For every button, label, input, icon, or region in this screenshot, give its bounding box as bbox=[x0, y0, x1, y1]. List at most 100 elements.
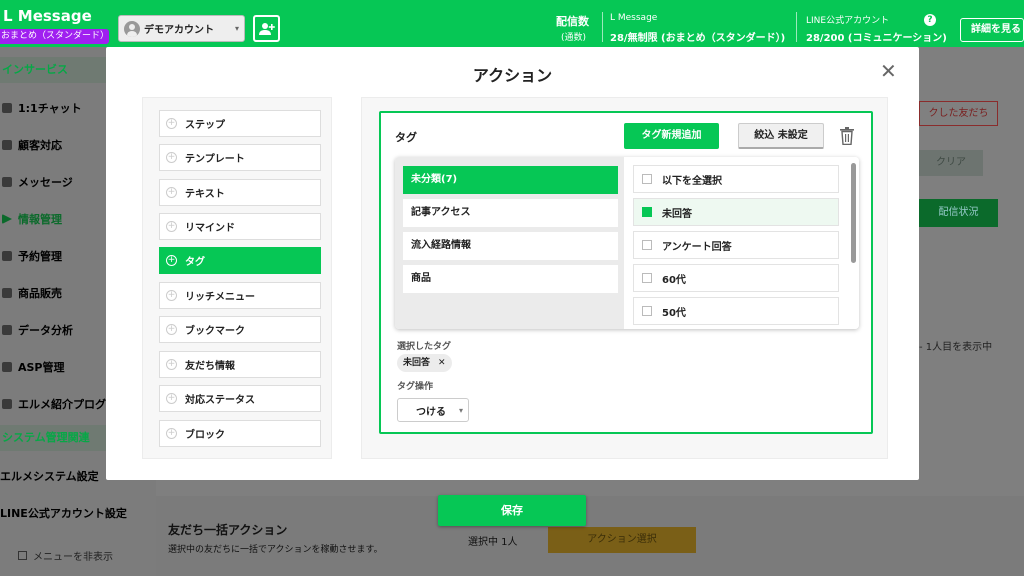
customer-icon bbox=[2, 140, 12, 150]
message-icon bbox=[2, 177, 12, 187]
close-icon[interactable]: ✕ bbox=[880, 59, 897, 83]
save-button[interactable]: 保存 bbox=[438, 495, 586, 526]
plus-icon: + bbox=[166, 118, 177, 129]
tag-category[interactable]: 未分類(7) bbox=[403, 166, 618, 194]
tag-category[interactable]: 商品 bbox=[403, 265, 618, 293]
sidebar-item-label: 商品販売 bbox=[18, 287, 62, 300]
checkbox[interactable] bbox=[642, 207, 652, 217]
chevron-down-icon: ▾ bbox=[458, 405, 463, 415]
sidebar-item-label: 顧客対応 bbox=[18, 139, 62, 152]
add-user-icon[interactable] bbox=[253, 15, 280, 42]
sidebar-item-label: 予約管理 bbox=[18, 250, 62, 263]
action-status[interactable]: + 対応ステータス bbox=[159, 385, 321, 412]
action-template[interactable]: + テンプレート bbox=[159, 144, 321, 171]
action-text[interactable]: + テキスト bbox=[159, 179, 321, 206]
plus-icon: + bbox=[166, 221, 177, 232]
tag-operation-select[interactable]: つける ▾ bbox=[397, 398, 469, 422]
checkbox[interactable] bbox=[642, 306, 652, 316]
action-friend-info[interactable]: + 友だち情報 bbox=[159, 351, 321, 378]
chip-label: 未回答 bbox=[403, 358, 431, 368]
friends-filter-button[interactable]: クした友だち bbox=[919, 101, 998, 126]
action-select-button[interactable]: アクション選択 bbox=[548, 527, 696, 553]
display-count-text: - 1人目を表示中 bbox=[919, 342, 993, 353]
plus-icon: + bbox=[166, 152, 177, 163]
action-label: ブックマーク bbox=[185, 326, 245, 337]
chevron-down-icon: ▾ bbox=[234, 24, 239, 33]
action-label: ステップ bbox=[185, 120, 225, 131]
sidebar-item-label: エルメシステム設定 bbox=[0, 470, 99, 483]
sidebar-item-line-settings[interactable]: LINE公式アカウント設定 bbox=[0, 505, 156, 521]
cart-icon bbox=[2, 288, 12, 298]
action-tag[interactable]: + タグ bbox=[159, 247, 321, 274]
lmessage-label: L Message bbox=[610, 13, 658, 23]
action-remind[interactable]: + リマインド bbox=[159, 213, 321, 240]
selected-tag-chip: 未回答 ✕ bbox=[397, 354, 452, 372]
selected-count: 選択中 1人 bbox=[468, 537, 518, 548]
tag-option[interactable]: アンケート回答 bbox=[633, 231, 839, 259]
avatar bbox=[124, 20, 140, 37]
tag-option-select-all[interactable]: 以下を全選択 bbox=[633, 165, 839, 193]
action-type-list: + ステップ + テンプレート + テキスト + リマインド + タグ + リッチメニュー … bbox=[142, 97, 332, 459]
action-rich-menu[interactable]: + リッチメニュー bbox=[159, 282, 321, 309]
plus-icon: + bbox=[166, 359, 177, 370]
bulk-action-desc: 選択中の友だちに一括でアクションを稼動させます。 bbox=[168, 545, 383, 555]
divider bbox=[602, 12, 603, 42]
lmessage-usage: 28/無制限 (おまとめ（スタンダード）) bbox=[610, 33, 786, 44]
chart-icon bbox=[2, 325, 12, 335]
sidebar-item-label: ASP管理 bbox=[18, 361, 65, 374]
tag-category[interactable]: 流入経路情報 bbox=[403, 232, 618, 260]
line-official-usage: 28/200 (コミュニケーション) bbox=[806, 33, 947, 44]
selected-tags-label: 選択したタグ bbox=[397, 342, 452, 352]
close-icon[interactable]: ✕ bbox=[438, 354, 446, 372]
action-label: テンプレート bbox=[185, 154, 245, 165]
tag-option-label: 50代 bbox=[662, 307, 686, 319]
plus-icon: + bbox=[166, 255, 177, 266]
referral-icon bbox=[2, 399, 12, 409]
clear-button[interactable]: クリア bbox=[919, 150, 983, 176]
sidebar-item-label: 情報管理 bbox=[18, 213, 62, 226]
action-bookmark[interactable]: + ブックマーク bbox=[159, 316, 321, 343]
tag-picker: 未分類(7) 記事アクセス 流入経路情報 商品 以下を全選択 未回答 アンケート… bbox=[395, 157, 859, 329]
checkbox[interactable] bbox=[642, 174, 652, 184]
account-switcher[interactable]: デモアカウント ▾ bbox=[118, 15, 245, 42]
hide-menu-label: メニューを非表示 bbox=[33, 552, 113, 563]
sidebar-item-label: LINE公式アカウント設定 bbox=[0, 507, 127, 520]
scrollbar-thumb[interactable] bbox=[851, 163, 856, 263]
action-label: タグ bbox=[185, 257, 205, 268]
delivery-status-button[interactable]: 配信状況 bbox=[919, 199, 998, 227]
tag-option[interactable]: 50代 bbox=[633, 297, 839, 325]
tag-category-list: 未分類(7) 記事アクセス 流入経路情報 商品 bbox=[395, 157, 624, 329]
hide-menu-button[interactable]: メニューを非表示 bbox=[18, 548, 113, 563]
sidebar-item-label: データ分析 bbox=[18, 324, 73, 337]
help-icon[interactable]: ? bbox=[924, 14, 936, 26]
send-count-sub: (通数) bbox=[561, 33, 587, 43]
asp-icon bbox=[2, 362, 12, 372]
filter-button[interactable]: 絞込 未設定 bbox=[738, 123, 824, 149]
plus-icon: + bbox=[166, 187, 177, 198]
tag-category[interactable]: 記事アクセス bbox=[403, 199, 618, 227]
tag-operation-label: タグ操作 bbox=[397, 382, 434, 392]
plus-icon: + bbox=[166, 324, 177, 335]
trash-icon[interactable] bbox=[840, 127, 854, 146]
action-step[interactable]: + ステップ bbox=[159, 110, 321, 137]
tag-operation-value: つける bbox=[416, 406, 446, 418]
new-tag-button[interactable]: タグ新規追加 bbox=[624, 123, 719, 149]
send-count-label: 配信数 bbox=[556, 15, 589, 28]
brand-logo: L Message bbox=[3, 7, 92, 25]
action-label: リマインド bbox=[185, 223, 235, 234]
tag-option-label: 以下を全選択 bbox=[662, 175, 722, 187]
checkbox[interactable] bbox=[642, 273, 652, 283]
action-block[interactable]: + ブロック bbox=[159, 420, 321, 447]
account-name: デモアカウント bbox=[144, 25, 214, 36]
plan-badge: おまとめ（スタンダード） bbox=[0, 29, 109, 44]
sidebar-item-label: 1:1チャット bbox=[18, 102, 82, 115]
chat-icon bbox=[2, 103, 12, 113]
checkbox[interactable] bbox=[642, 240, 652, 250]
details-button[interactable]: 詳細を見る bbox=[960, 18, 1024, 42]
divider bbox=[796, 12, 797, 42]
tag-option[interactable]: 未回答 bbox=[633, 198, 839, 226]
action-modal: アクション ✕ + ステップ + テンプレート + テキスト + リマインド + タグ +… bbox=[106, 47, 919, 480]
bulk-action-title: 友だち一括アクション bbox=[168, 523, 288, 537]
tag-option[interactable]: 60代 bbox=[633, 264, 839, 292]
sidebar-item-label: メッセージ bbox=[18, 176, 73, 189]
